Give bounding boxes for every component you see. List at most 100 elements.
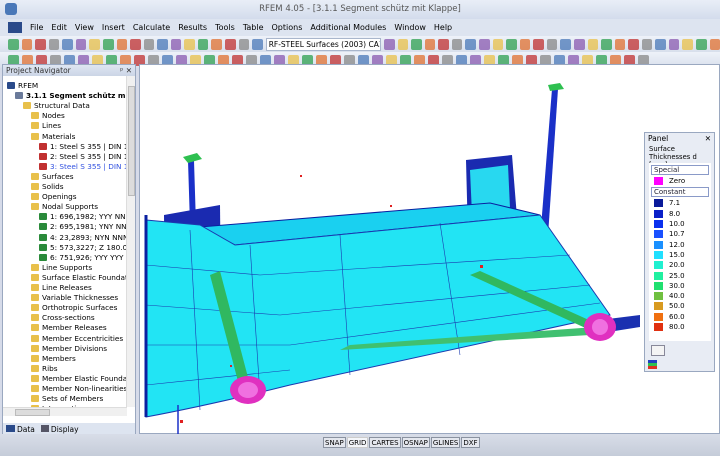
menu-edit[interactable]: Edit: [51, 23, 67, 32]
toolbar-button-icon[interactable]: [62, 39, 73, 50]
tree-item[interactable]: 2: Steel S 355 | DIN 18800: [39, 152, 127, 162]
toolbar-button-icon[interactable]: [171, 39, 182, 50]
module-case-select[interactable]: RF-STEEL Surfaces (2003) CA1: [266, 38, 381, 51]
tree-item[interactable]: Member Releases: [31, 323, 107, 333]
tree-item[interactable]: Ribs: [31, 364, 58, 374]
tree-item[interactable]: Lines: [31, 121, 61, 131]
horizontal-scrollbar[interactable]: [3, 407, 127, 416]
toolbar-button-icon[interactable]: [520, 39, 531, 50]
model-viewport[interactable]: [139, 64, 720, 434]
vertical-scrollbar[interactable]: [126, 76, 135, 407]
toolbar-button-icon[interactable]: [117, 39, 128, 50]
toolbar-button-icon[interactable]: [682, 39, 693, 50]
tree-item[interactable]: Structural Data: [23, 101, 90, 111]
tree-item[interactable]: 5: 573,3227; Z 180.0 °;: [39, 243, 127, 253]
menu-additional-modules[interactable]: Additional Modules: [310, 23, 386, 32]
toolbar-button-icon[interactable]: [198, 39, 209, 50]
tree-item[interactable]: Member Non-linearities: [31, 384, 127, 394]
menu-options[interactable]: Options: [272, 23, 303, 32]
toolbar-button-icon[interactable]: [184, 39, 195, 50]
status-dxf-button[interactable]: DXF: [461, 437, 479, 448]
toolbar-button-icon[interactable]: [615, 39, 626, 50]
status-cartes-button[interactable]: CARTES: [369, 437, 400, 448]
tab-data[interactable]: Data: [6, 425, 35, 434]
toolbar-button-icon[interactable]: [438, 39, 449, 50]
menu-insert[interactable]: Insert: [102, 23, 125, 32]
toolbar-button-icon[interactable]: [560, 39, 571, 50]
toolbar-button-icon[interactable]: [669, 39, 680, 50]
tree-item[interactable]: Members: [31, 354, 76, 364]
tree-item[interactable]: 3.1.1 Segment schütz mit Klappe: [15, 91, 127, 101]
tree-item[interactable]: Surfaces: [31, 172, 74, 182]
toolbar-button-icon[interactable]: [465, 39, 476, 50]
toolbar-button-icon[interactable]: [225, 39, 236, 50]
toolbar-button-icon[interactable]: [211, 39, 222, 50]
toolbar-button-icon[interactable]: [22, 39, 33, 50]
tree-item[interactable]: Member Elastic Foundations: [31, 374, 127, 384]
tree-item[interactable]: 1: Steel S 355 | DIN 18800: [39, 142, 127, 152]
tree-item[interactable]: Solids: [31, 182, 64, 192]
menu-calculate[interactable]: Calculate: [133, 23, 170, 32]
toolbar-button-icon[interactable]: [398, 39, 409, 50]
close-icon[interactable]: ᵖ ✕: [120, 66, 132, 75]
tree-item[interactable]: 1: 696,1982; YYY NNN: [39, 212, 127, 222]
3d-model[interactable]: [140, 65, 720, 435]
toolbar-button-icon[interactable]: [252, 39, 263, 50]
status-osnap-button[interactable]: OSNAP: [402, 437, 430, 448]
toolbar-button-icon[interactable]: [547, 39, 558, 50]
menu-file[interactable]: File: [30, 23, 43, 32]
color-scale-icon[interactable]: [648, 360, 657, 369]
toolbar-button-icon[interactable]: [239, 39, 250, 50]
toolbar-button-icon[interactable]: [696, 39, 707, 50]
tree-item[interactable]: Openings: [31, 192, 77, 202]
menu-tools[interactable]: Tools: [215, 23, 235, 32]
toolbar-button-icon[interactable]: [493, 39, 504, 50]
toolbar-button-icon[interactable]: [533, 39, 544, 50]
toolbar-button-icon[interactable]: [506, 39, 517, 50]
tree-item[interactable]: Sets of Members: [31, 394, 103, 404]
status-glines-button[interactable]: GLINES: [431, 437, 461, 448]
toolbar-button-icon[interactable]: [710, 39, 720, 50]
toolbar-button-icon[interactable]: [89, 39, 100, 50]
toolbar-button-icon[interactable]: [588, 39, 599, 50]
status-grid-button[interactable]: GRID: [347, 437, 369, 448]
tree-item[interactable]: Line Supports: [31, 263, 92, 273]
menu-window[interactable]: Window: [394, 23, 426, 32]
tree-item[interactable]: Variable Thicknesses: [31, 293, 118, 303]
tree-item[interactable]: Orthotropic Surfaces: [31, 303, 117, 313]
tab-display[interactable]: Display: [41, 425, 79, 434]
tree-item[interactable]: 2: 695,1981; YNY NNN: [39, 222, 127, 232]
toolbar-button-icon[interactable]: [628, 39, 639, 50]
tree-item[interactable]: 4: 23,2893; NYN NNN: [39, 233, 127, 243]
tree-item[interactable]: Member Eccentricities: [31, 334, 123, 344]
tree-item[interactable]: Nodes: [31, 111, 65, 121]
toolbar-button-icon[interactable]: [76, 39, 87, 50]
toolbar-button-icon[interactable]: [49, 39, 60, 50]
status-snap-button[interactable]: SNAP: [323, 437, 346, 448]
panel-settings-button[interactable]: [651, 345, 665, 356]
tree-item[interactable]: 3: Steel S 355 | DIN 18800: [39, 162, 127, 172]
menu-table[interactable]: Table: [243, 23, 264, 32]
toolbar-button-icon[interactable]: [8, 39, 19, 50]
toolbar-button-icon[interactable]: [130, 39, 141, 50]
menu-results[interactable]: Results: [178, 23, 207, 32]
toolbar-button-icon[interactable]: [144, 39, 155, 50]
toolbar-button-icon[interactable]: [35, 39, 46, 50]
tree-item[interactable]: Materials: [31, 132, 75, 142]
toolbar-button-icon[interactable]: [384, 39, 395, 50]
toolbar-button-icon[interactable]: [452, 39, 463, 50]
toolbar-button-icon[interactable]: [479, 39, 490, 50]
toolbar-button-icon[interactable]: [642, 39, 653, 50]
tree-item[interactable]: Surface Elastic Foundations: [31, 273, 127, 283]
toolbar-button-icon[interactable]: [157, 39, 168, 50]
toolbar-button-icon[interactable]: [574, 39, 585, 50]
tree-item[interactable]: Nodal Supports: [31, 202, 98, 212]
tree-item[interactable]: Cross-sections: [31, 313, 95, 323]
toolbar-button-icon[interactable]: [425, 39, 436, 50]
rfem-menu-icon[interactable]: [8, 22, 22, 33]
tree-item[interactable]: RFEM: [7, 81, 38, 91]
tree-item[interactable]: 6: 751,926; YYY YYY: [39, 253, 123, 263]
toolbar-button-icon[interactable]: [411, 39, 422, 50]
panel-close-icon[interactable]: ✕: [705, 134, 711, 143]
tree-item[interactable]: Line Releases: [31, 283, 92, 293]
